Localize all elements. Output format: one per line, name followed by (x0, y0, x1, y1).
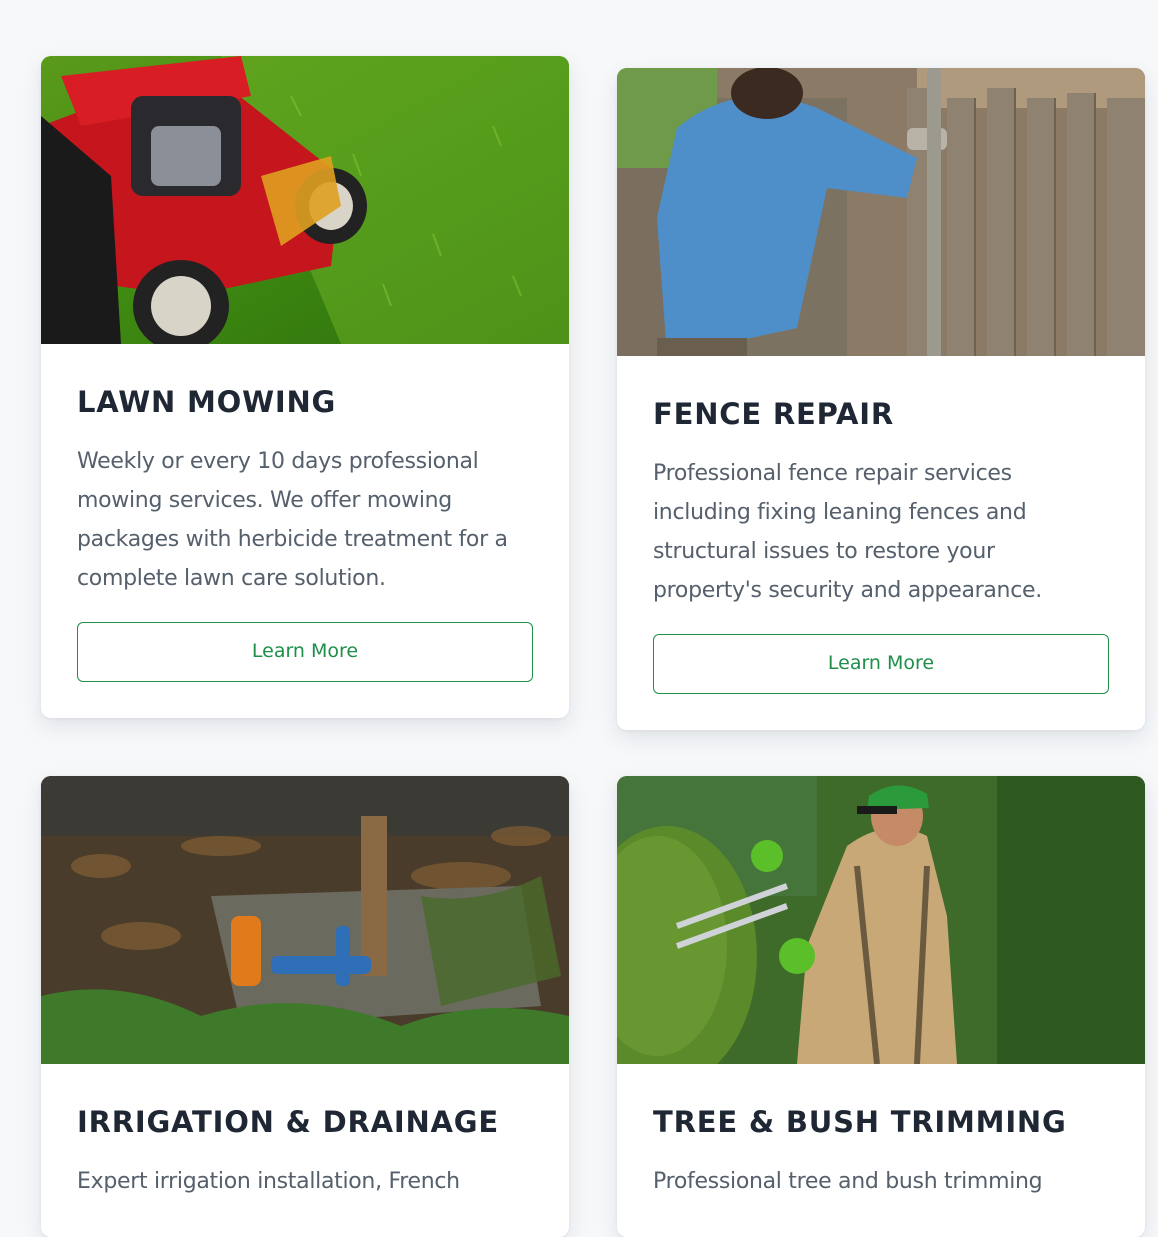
fence-repair-image (617, 68, 1145, 356)
card-title: FENCE REPAIR (653, 397, 894, 431)
learn-more-button[interactable]: Learn More (653, 634, 1109, 694)
card-description: Professional fence repair services inclu… (653, 461, 1042, 603)
service-card-fence-repair: FENCE REPAIR Professional fence repair s… (617, 68, 1145, 730)
card-title: TREE & BUSH TRIMMING (653, 1105, 1067, 1139)
irrigation-image (41, 776, 569, 1064)
lawn-mower-image (41, 56, 569, 344)
card-description: Expert irrigation installation, French (77, 1169, 460, 1194)
service-card-irrigation-drainage: IRRIGATION & DRAINAGE Expert irrigation … (41, 776, 569, 1237)
card-description: Professional tree and bush trimming (653, 1169, 1043, 1194)
service-card-lawn-mowing: LAWN MOWING Weekly or every 10 days prof… (41, 56, 569, 718)
card-description: Weekly or every 10 days professional mow… (77, 449, 508, 591)
hedge-trimming-image (617, 776, 1145, 1064)
service-card-tree-bush-trimming: TREE & BUSH TRIMMING Professional tree a… (617, 776, 1145, 1237)
card-title: IRRIGATION & DRAINAGE (77, 1105, 499, 1139)
card-title: LAWN MOWING (77, 385, 337, 419)
learn-more-button[interactable]: Learn More (77, 622, 533, 682)
